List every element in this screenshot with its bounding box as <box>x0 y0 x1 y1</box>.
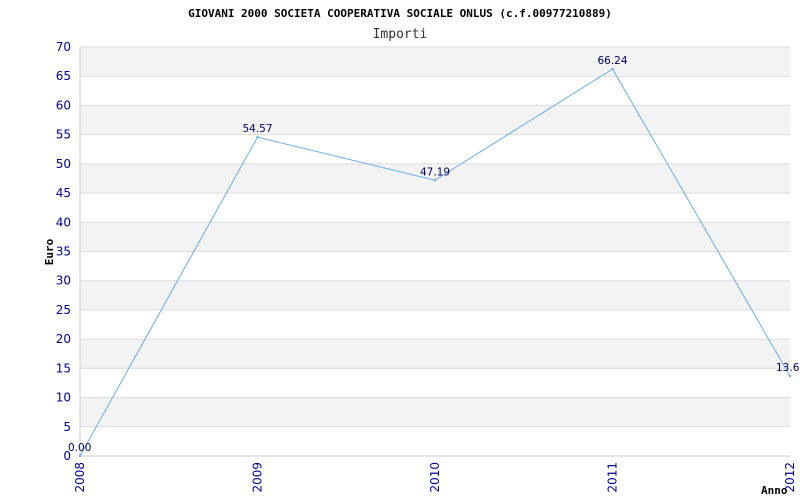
x-tick-labels: 2008 2009 2010 2011 2012 <box>73 462 797 493</box>
y-tick-label: 70 <box>56 40 71 54</box>
grid-band <box>80 339 790 369</box>
grid-band <box>80 105 790 135</box>
y-tick-label: 5 <box>63 420 71 434</box>
x-axis-label: Anno <box>761 484 788 497</box>
x-tick-label: 2009 <box>251 462 265 493</box>
grid-band <box>80 280 790 310</box>
y-tick-label: 55 <box>56 128 71 142</box>
grid-band <box>80 397 790 427</box>
data-point <box>256 135 259 139</box>
chart-title: GIOVANI 2000 SOCIETA COOPERATIVA SOCIALE… <box>188 7 612 20</box>
grid-band <box>80 222 790 252</box>
data-label: 54.57 <box>242 123 272 135</box>
line-chart: 0510152025303540455055606570 2008 2009 201… <box>43 7 800 497</box>
y-tick-label: 15 <box>56 361 71 375</box>
y-tick-labels: 0510152025303540455055606570 <box>56 40 71 463</box>
y-tick-label: 40 <box>56 215 71 229</box>
grid-bands <box>80 47 790 427</box>
y-tick-label: 50 <box>56 157 71 171</box>
data-label: 13.69 <box>776 362 800 374</box>
grid-band <box>80 47 790 77</box>
data-point <box>611 67 614 71</box>
y-tick-label: 65 <box>56 69 71 83</box>
y-tick-label: 20 <box>56 332 71 346</box>
y-tick-label: 60 <box>56 98 71 112</box>
chart-subtitle: Importi <box>373 27 428 42</box>
x-tick-label: 2010 <box>428 462 442 493</box>
y-tick-label: 25 <box>56 303 71 317</box>
y-tick-label: 10 <box>56 391 71 405</box>
y-axis-label: Euro <box>43 238 56 265</box>
y-tick-label: 35 <box>56 245 71 259</box>
x-tick-label: 2008 <box>73 462 87 493</box>
x-tick-label: 2011 <box>606 462 620 493</box>
y-tick-label: 45 <box>56 186 71 200</box>
data-point <box>78 454 82 458</box>
data-point <box>433 179 437 182</box>
data-label: 66.24 <box>597 55 627 67</box>
data-point <box>788 374 792 378</box>
data-label: 0.00 <box>68 442 91 454</box>
data-label: 47.19 <box>420 166 450 178</box>
y-tick-label: 30 <box>56 274 71 288</box>
